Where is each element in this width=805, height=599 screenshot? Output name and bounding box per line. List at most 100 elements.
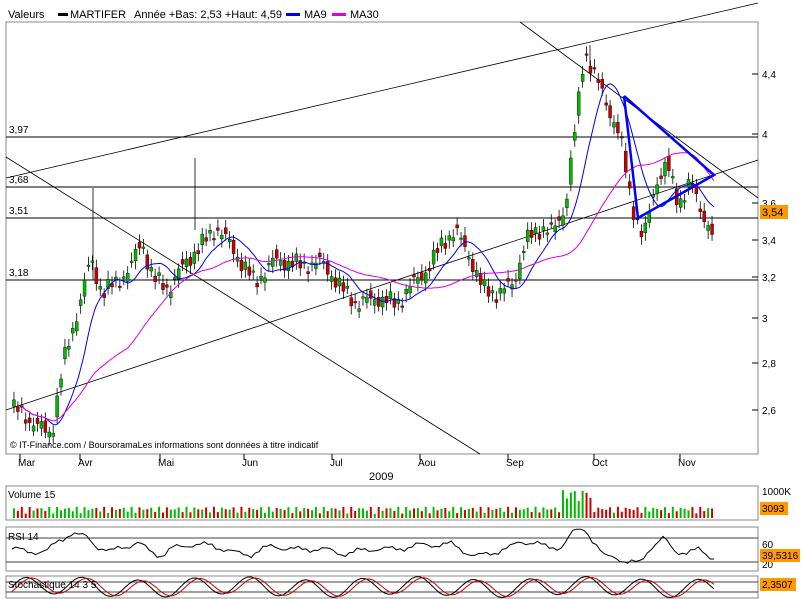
volume-bar <box>593 511 596 518</box>
candle-body <box>624 150 628 173</box>
volume-bar <box>126 511 129 518</box>
volume-bar <box>75 506 78 518</box>
volume-bar <box>487 507 490 518</box>
candle-body <box>541 226 546 231</box>
rsi-last-label: 39,5316 <box>762 551 799 562</box>
candle-body <box>569 157 573 185</box>
candle-body <box>467 257 471 260</box>
candle-body <box>639 230 644 238</box>
volume-bar <box>636 507 639 518</box>
volume-bar <box>91 508 94 518</box>
price-tick-label: 3,4 <box>762 236 776 247</box>
volume-bar <box>169 509 172 518</box>
volume-bar <box>154 511 157 518</box>
candle-body <box>573 132 577 141</box>
level-label: 3,18 <box>9 268 29 279</box>
volume-bar <box>24 513 27 518</box>
volume-bar <box>63 508 66 518</box>
source-note: © IT-Finance.com / BoursoramaLes informa… <box>10 440 319 450</box>
volume-bar <box>483 512 486 518</box>
volume-bar <box>142 509 145 518</box>
volume-bar <box>322 506 325 518</box>
candle-body <box>125 273 130 282</box>
volume-bar <box>138 507 141 518</box>
candle-body <box>157 272 161 276</box>
candle-body <box>408 286 412 294</box>
volume-bar <box>667 513 670 518</box>
candle-body <box>86 264 91 267</box>
candle-body <box>31 425 36 432</box>
volume-bar <box>44 511 47 518</box>
volume-bar <box>405 507 408 518</box>
date-axis: Mar Avr Mai Jun Jul Aou Sep Oct Nov <box>18 454 696 469</box>
candle-body <box>424 272 428 284</box>
candle-body <box>35 418 40 424</box>
legend-valeurs: Valeurs <box>8 9 45 21</box>
candle-body <box>114 276 118 280</box>
volume-bar <box>205 507 208 518</box>
volume-bar <box>122 507 125 518</box>
candle-body <box>200 233 204 245</box>
candle-body <box>427 267 432 272</box>
volume-bar <box>514 507 517 518</box>
stoch-title: Stochastique 14 3 5 <box>8 580 97 591</box>
volume-bar <box>240 506 243 518</box>
candle-body <box>526 229 530 242</box>
volume-bar <box>111 507 114 518</box>
candle-body <box>94 267 99 284</box>
volume-bar <box>393 510 396 518</box>
volume-bar <box>209 512 212 518</box>
candle-body <box>710 223 714 235</box>
candle-body <box>706 225 710 231</box>
candle-body <box>333 277 338 288</box>
volume-bar <box>424 506 427 518</box>
volume-bar <box>663 507 666 518</box>
volume-bar <box>114 509 117 518</box>
legend-year-range: Année +Bas: 2,53 +Haut: 4,59 <box>134 9 282 21</box>
candle-body <box>412 274 416 278</box>
legend-symbol-swatch <box>58 13 68 16</box>
volume-bar <box>632 509 635 518</box>
volume-bar <box>165 507 168 518</box>
volume-bar <box>683 508 686 518</box>
volume-bar <box>103 506 106 518</box>
volume-bar <box>534 506 537 518</box>
candle-body <box>59 378 63 388</box>
candle-body <box>596 79 601 83</box>
volume-bar <box>436 510 439 518</box>
candle-body <box>486 286 491 297</box>
volume-bar <box>605 509 608 518</box>
candle-body <box>184 258 189 267</box>
candle-body <box>463 235 467 247</box>
candle-body <box>345 286 350 289</box>
volume-bar <box>256 509 259 518</box>
volume-bar <box>644 506 647 518</box>
volume-bar <box>326 511 329 518</box>
volume-bar <box>52 513 55 518</box>
price-tick-label: 2,6 <box>762 406 776 417</box>
volume-bar <box>550 509 553 518</box>
volume-bar <box>83 507 86 518</box>
volume-bar <box>428 513 431 518</box>
volume-bar <box>181 512 184 518</box>
volume-bar <box>20 506 23 518</box>
candle-body <box>604 102 608 106</box>
candle-body <box>47 431 51 438</box>
volume-bar <box>224 509 227 518</box>
volume-bar <box>467 508 470 518</box>
volume-bar <box>565 498 568 518</box>
volume-bar <box>295 506 298 518</box>
candle-body <box>263 277 267 283</box>
candle-body <box>659 175 663 179</box>
volume-bar <box>507 506 510 518</box>
price-tick-label: 3,2 <box>762 273 776 284</box>
volume-title: Volume 15 <box>8 490 56 501</box>
volume-bar <box>244 511 247 518</box>
volume-bar <box>538 512 541 518</box>
volume-bar <box>471 507 474 518</box>
date-tick-label: Aou <box>418 458 436 469</box>
volume-bar <box>389 508 392 518</box>
volume-bar <box>107 512 110 518</box>
price-tick-label: 4,4 <box>762 70 776 81</box>
candle-body <box>314 262 318 269</box>
